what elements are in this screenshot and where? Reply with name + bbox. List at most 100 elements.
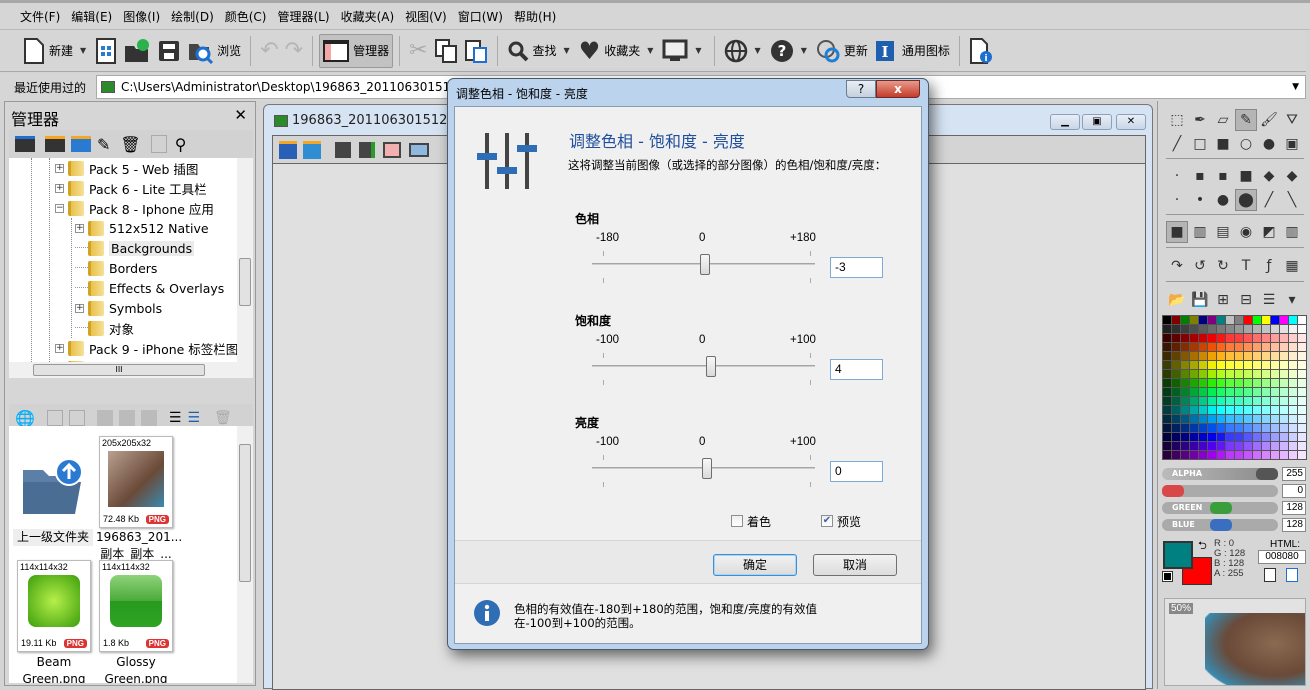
tree-node[interactable]: − Pack 8 - Iphone 应用 (55, 198, 214, 218)
palette-swatch[interactable] (1172, 451, 1180, 459)
palette-swatch[interactable] (1289, 334, 1297, 342)
eyedropper-icon[interactable]: ✒ (1189, 109, 1211, 131)
cancel-button[interactable]: 取消 (813, 554, 897, 576)
file-info-button[interactable]: i (966, 34, 996, 68)
expand-toggle-icon[interactable]: − (55, 203, 64, 213)
green-knob[interactable] (1210, 502, 1232, 514)
palette-swatch[interactable] (1199, 379, 1207, 387)
hue-slider-thumb[interactable] (699, 254, 710, 275)
palette-swatch[interactable] (1262, 433, 1270, 441)
palette-swatch[interactable] (1226, 379, 1234, 387)
saturation-slider-track[interactable] (592, 365, 815, 367)
palette-swatch[interactable] (1226, 415, 1234, 423)
palette-swatch[interactable] (1244, 316, 1252, 324)
tree-hscroll-thumb[interactable]: III (33, 364, 205, 376)
rotate-left-icon[interactable]: ↺ (1189, 255, 1211, 277)
palette-swatch[interactable] (1208, 415, 1216, 423)
saturation-slider-thumb[interactable] (705, 356, 716, 377)
details-view-icon[interactable]: ☰ (187, 410, 200, 426)
menu-draw[interactable]: 绘制(D) (171, 8, 214, 25)
palette-swatch[interactable] (1208, 361, 1216, 369)
palette-swatch[interactable] (1172, 352, 1180, 360)
flip-vertical-icon[interactable]: ↷ (1166, 255, 1188, 277)
palette-swatch[interactable] (1172, 370, 1180, 378)
palette-swatch[interactable] (1262, 442, 1270, 450)
palette-swatch[interactable] (1253, 352, 1261, 360)
palette-swatch[interactable] (1181, 388, 1189, 396)
palette-swatch[interactable] (1208, 433, 1216, 441)
list-view-icon[interactable]: ☰ (169, 410, 182, 426)
palette-swatch[interactable] (1289, 424, 1297, 432)
palette-swatch[interactable] (1280, 352, 1288, 360)
palette-swatch[interactable] (1244, 343, 1252, 351)
palette-swatch[interactable] (1163, 352, 1171, 360)
tree-vertical-scrollbar[interactable] (237, 158, 253, 362)
fill-bucket-icon[interactable]: ⛛ (1281, 109, 1303, 131)
palette-swatch[interactable] (1190, 370, 1198, 378)
palette-swatch[interactable] (1208, 388, 1216, 396)
expand-toggle-icon[interactable]: + (55, 163, 64, 173)
palette-swatch[interactable] (1199, 361, 1207, 369)
palette-swatch[interactable] (1199, 451, 1207, 459)
palette-swatch[interactable] (1217, 334, 1225, 342)
palette-swatch[interactable] (1280, 316, 1288, 324)
palette-swatch[interactable] (1199, 325, 1207, 333)
display-button[interactable] (659, 34, 691, 68)
file-thumbnail[interactable]: 114x114x32 19.11 Kb PNG (17, 560, 91, 652)
palette-swatch[interactable] (1226, 361, 1234, 369)
tree-node[interactable]: + Symbols (75, 298, 162, 318)
palette-swatch[interactable] (1208, 424, 1216, 432)
palette-swatch[interactable] (1163, 343, 1171, 351)
palette-swatch[interactable] (1235, 451, 1243, 459)
palette-swatch[interactable] (1253, 325, 1261, 333)
palette-swatch[interactable] (1271, 316, 1279, 324)
menu-edit[interactable]: 编辑(E) (71, 8, 112, 25)
palette-swatch[interactable] (1271, 388, 1279, 396)
palette-swatch[interactable] (1271, 433, 1279, 441)
blue-value[interactable]: 128 (1282, 518, 1306, 532)
palette-swatch[interactable] (1172, 442, 1180, 450)
palette-swatch[interactable] (1289, 379, 1297, 387)
browse-button[interactable]: 浏览 (184, 34, 244, 68)
mirror-gradient-icon[interactable]: ▥ (1281, 221, 1303, 243)
brush-size-1-icon[interactable]: · (1166, 165, 1188, 187)
palette-swatch[interactable] (1172, 325, 1180, 333)
red-value[interactable]: 0 (1282, 484, 1306, 498)
palette-swatch[interactable] (1163, 316, 1171, 324)
brush-icon[interactable]: 🖌 (1258, 109, 1280, 131)
palette-swatch[interactable] (1181, 433, 1189, 441)
paste-icon[interactable] (68, 410, 85, 426)
primary-color-swatch[interactable] (1163, 541, 1193, 569)
palette-swatch[interactable] (1226, 388, 1234, 396)
palette-swatch[interactable] (1199, 370, 1207, 378)
palette-swatch[interactable] (1199, 406, 1207, 414)
menu-favorites[interactable]: 收藏夹(A) (341, 8, 395, 25)
palette-swatch[interactable] (1217, 343, 1225, 351)
radial-gradient-icon[interactable]: ◉ (1235, 221, 1257, 243)
palette-swatch[interactable] (1226, 397, 1234, 405)
palette-swatch[interactable] (1226, 316, 1234, 324)
palette-swatch[interactable] (1172, 397, 1180, 405)
round-brush-3-icon[interactable]: ● (1212, 189, 1234, 211)
filled-ellipse-icon[interactable]: ● (1258, 133, 1280, 155)
tree-node[interactable]: 对象 (75, 318, 134, 338)
manager-button[interactable]: 管理器 (319, 33, 394, 68)
save-add-icon[interactable] (359, 142, 375, 158)
open-palette-icon[interactable]: 📂 (1166, 289, 1188, 311)
palette-swatch[interactable] (1163, 451, 1171, 459)
palette-swatch[interactable] (1163, 370, 1171, 378)
palette-swatch[interactable] (1208, 325, 1216, 333)
palette-swatch[interactable] (1199, 397, 1207, 405)
palette-swatch[interactable] (1280, 325, 1288, 333)
brush-size-4-icon[interactable]: ■ (1235, 165, 1257, 187)
palette-swatch[interactable] (1235, 343, 1243, 351)
palette-swatch[interactable] (1280, 361, 1288, 369)
menu-image[interactable]: 图像(I) (123, 8, 160, 25)
palette-swatch[interactable] (1217, 433, 1225, 441)
palette-swatch[interactable] (1289, 397, 1297, 405)
palette-swatch[interactable] (1280, 397, 1288, 405)
palette-swatch[interactable] (1253, 433, 1261, 441)
brush-diamond-large-icon[interactable]: ◆ (1281, 165, 1303, 187)
palette-swatch[interactable] (1190, 379, 1198, 387)
download-globe-icon[interactable]: 🌐 (15, 409, 35, 428)
